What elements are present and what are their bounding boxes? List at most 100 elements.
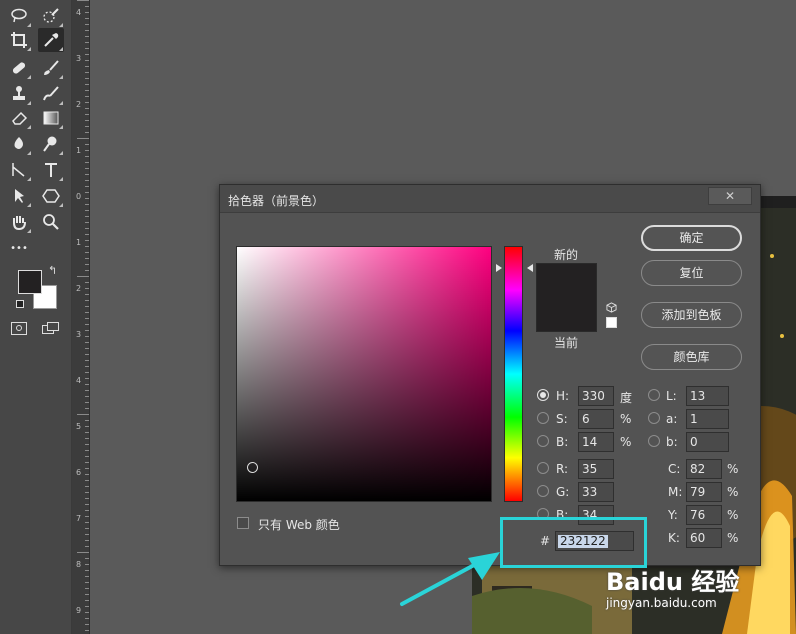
ruler-tick [85,258,89,259]
only-web-colors-checkbox[interactable] [237,517,249,529]
radio-lab-b[interactable] [648,435,660,447]
add-to-swatches-button[interactable]: 添加到色板 [641,302,742,328]
ruler-number: 6 [76,468,82,477]
c-input[interactable]: 82 [686,459,722,479]
a-input[interactable]: 1 [686,409,729,429]
web-safe-square-icon[interactable] [606,317,617,328]
h-input[interactable]: 330 [578,386,614,406]
ruler-tick [85,294,89,295]
l-input[interactable]: 13 [686,386,729,406]
gradient-icon[interactable] [38,106,64,130]
hue-slider-right-arrow[interactable] [527,264,533,272]
dialog-title: 拾色器（前景色） [228,194,325,208]
ok-button[interactable]: 确定 [641,225,742,251]
more-tools-icon[interactable]: ••• [6,236,32,260]
ruler-tick [85,306,89,307]
ruler-tick [85,594,89,595]
ruler-tick [85,522,89,523]
hue-slider[interactable] [504,246,523,502]
g-input[interactable]: 33 [578,482,614,502]
radio-r[interactable] [537,462,549,474]
color-preview-swatch [536,263,597,332]
ruler-tick [85,588,89,589]
hand-icon[interactable] [6,210,32,234]
ruler-tick [85,600,89,601]
s-input[interactable]: 6 [578,409,614,429]
l-label: L: [666,389,677,403]
radio-b[interactable] [537,435,549,447]
k-input[interactable]: 60 [686,528,722,548]
pen-icon[interactable] [6,158,32,182]
ruler-tick [85,120,89,121]
eyedropper-icon[interactable] [38,28,64,52]
b-unit: % [620,435,632,449]
ruler-tick [85,336,89,337]
healing-brush-icon[interactable] [6,56,32,80]
ruler-tick [85,198,89,199]
eraser-icon[interactable] [6,106,32,130]
path-select-icon[interactable] [6,184,32,208]
close-button[interactable]: ✕ [708,187,752,205]
ruler-tick [85,192,89,193]
ruler-number: 2 [76,284,82,293]
saturation-brightness-field[interactable] [236,246,492,502]
quick-mask-icon[interactable] [11,322,27,335]
dialog-titlebar[interactable]: 拾色器（前景色） ✕ [220,185,760,213]
crop-icon[interactable] [6,28,32,52]
r-input[interactable]: 35 [578,459,614,479]
m-input[interactable]: 79 [686,482,722,502]
ruler-tick [85,378,89,379]
h-unit: 度 [620,391,633,405]
brush-icon[interactable] [38,56,64,80]
history-brush-icon[interactable] [38,82,64,106]
screen-mode-icon[interactable] [42,322,60,335]
only-web-colors-label: 只有 Web 颜色 [258,518,340,532]
ruler-tick [85,420,89,421]
y-input[interactable]: 76 [686,505,722,525]
color-field-cursor[interactable] [247,462,258,473]
ruler-tick [85,60,89,61]
default-colors-icon[interactable] [16,300,24,308]
color-libraries-button[interactable]: 颜色库 [641,344,742,370]
radio-l[interactable] [648,389,660,401]
quick-select-icon[interactable] [38,4,64,28]
radio-s[interactable] [537,412,549,424]
k-unit: % [727,531,739,545]
reset-button[interactable]: 复位 [641,260,742,286]
clone-stamp-icon[interactable] [6,82,32,106]
ruler-tick [85,54,89,55]
gamut-warning-cube-icon[interactable] [606,302,617,313]
ruler-tick [85,168,89,169]
s-unit: % [620,412,632,426]
radio-h[interactable] [537,389,549,401]
ruler-tick [85,564,89,565]
lasso-icon[interactable] [6,4,32,28]
lab-b-input[interactable]: 0 [686,432,729,452]
ruler-tick [85,150,89,151]
ruler-tick [85,318,89,319]
ruler-tick [85,204,89,205]
ruler-number: 7 [76,514,82,523]
dodge-icon[interactable] [38,132,64,156]
ruler-tick [85,12,89,13]
ruler-number: 1 [76,146,82,155]
ruler-tick [85,90,89,91]
zoom-icon[interactable] [38,210,64,234]
swap-colors-icon[interactable]: ↰ [48,264,57,277]
ruler-tick [85,126,89,127]
ruler-tick [85,270,89,271]
type-icon[interactable] [38,158,64,182]
ruler-number: 2 [76,100,82,109]
b-input[interactable]: 14 [578,432,614,452]
ruler-tick [77,414,89,415]
ruler-tick [85,468,89,469]
blur-icon[interactable] [6,132,32,156]
radio-a[interactable] [648,412,660,424]
ruler-tick [85,342,89,343]
foreground-color-swatch[interactable] [18,270,42,294]
hue-slider-left-arrow[interactable] [496,264,502,272]
radio-g[interactable] [537,485,549,497]
ruler-tick [85,234,89,235]
shape-icon[interactable] [38,184,64,208]
lab-b-label: b: [666,435,678,449]
